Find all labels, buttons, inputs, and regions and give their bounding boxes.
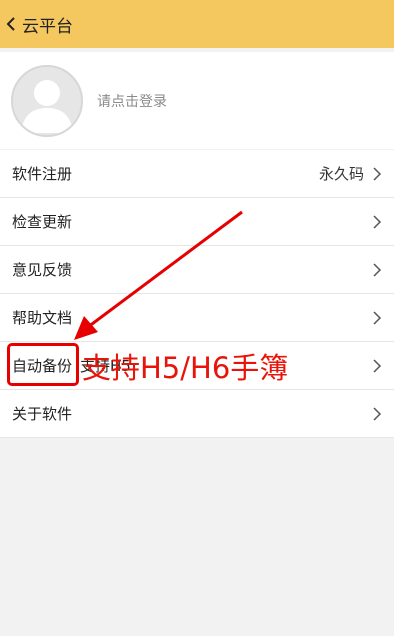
annotation-text: 支持H5/H6手簿 <box>82 351 289 385</box>
annotation-arrow <box>74 210 243 340</box>
